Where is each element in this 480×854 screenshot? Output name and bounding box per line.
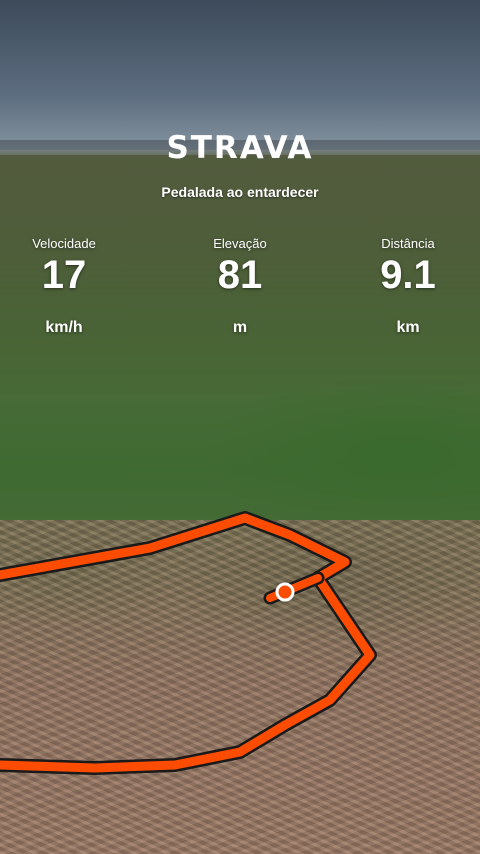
distance-unit: km — [396, 319, 420, 336]
distance-label: Distância — [381, 236, 435, 251]
elevation-value: 81 — [217, 253, 263, 297]
speed-label: Velocidade — [32, 236, 96, 251]
distance-value: 9.1 — [380, 253, 436, 297]
speed-value: 17 — [41, 253, 87, 297]
elevation-label: Elevação — [213, 236, 267, 251]
route-line — [0, 513, 375, 773]
activity-title: Pedalada ao entardecer — [161, 184, 319, 200]
elevation-stat: Elevação 81 m — [180, 236, 300, 337]
strava-logo: STRAVA — [166, 130, 314, 166]
speed-stat: Velocidade 17 km/h — [4, 236, 124, 337]
route-map — [0, 511, 377, 775]
distance-stat: Distância 9.1 km — [348, 236, 468, 337]
elevation-unit: m — [232, 319, 248, 336]
position-marker-icon — [275, 582, 295, 602]
speed-unit: km/h — [45, 319, 83, 336]
route-line-outline — [0, 511, 377, 775]
